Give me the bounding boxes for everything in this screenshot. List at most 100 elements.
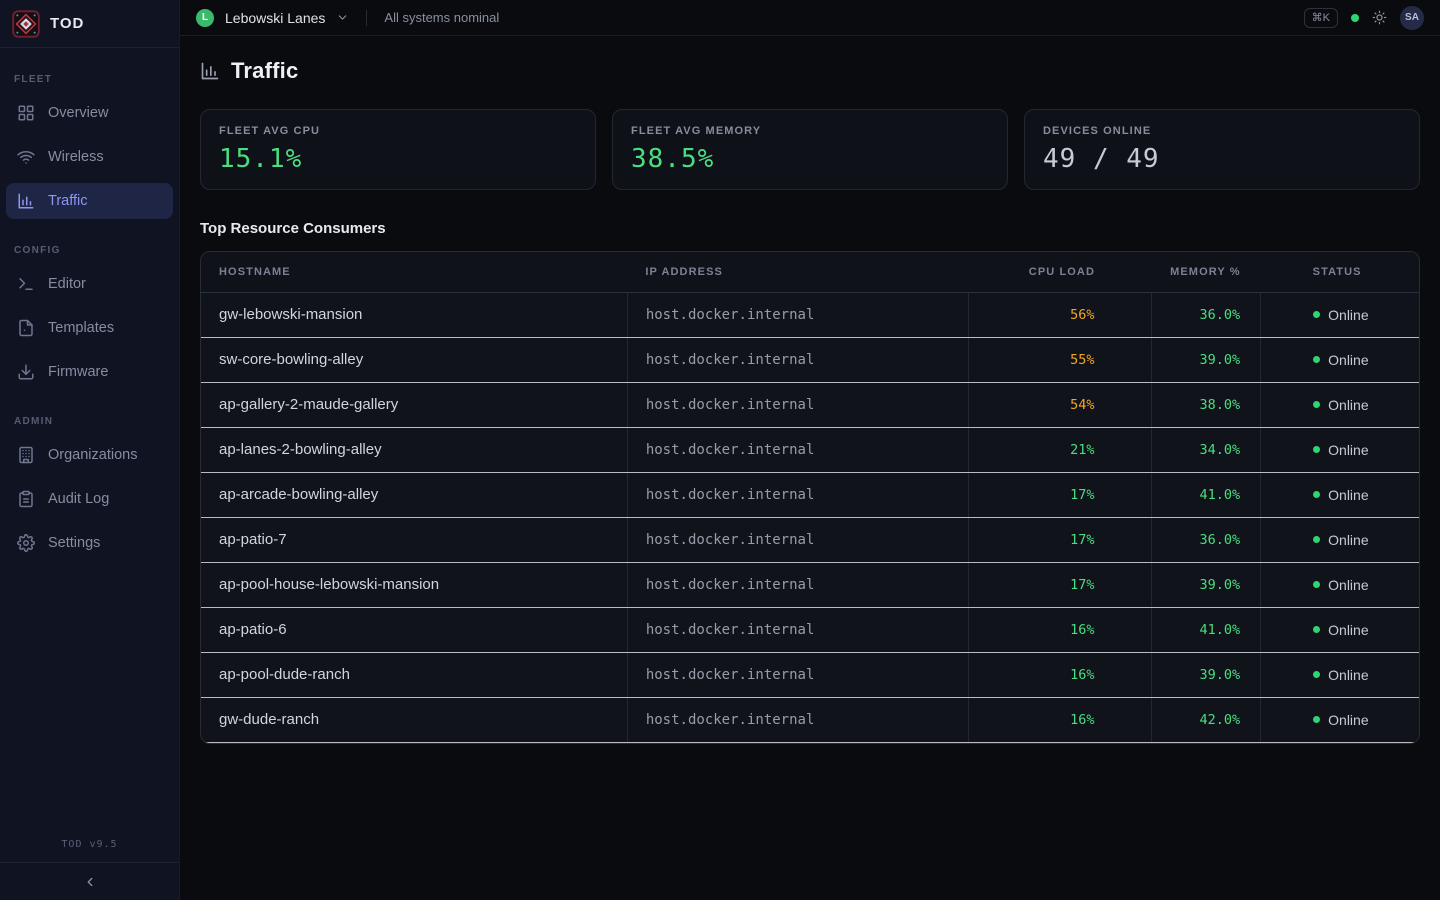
sidebar-section-label-admin: ADMIN — [6, 416, 173, 427]
online-status-dot — [1313, 446, 1320, 453]
sidebar-item-label: Settings — [48, 535, 100, 551]
memory-cell: 42.0% — [1151, 697, 1261, 742]
sidebar-section-label-fleet: FLEET — [6, 74, 173, 85]
wifi-icon — [17, 148, 35, 166]
sidebar-item-firmware[interactable]: Firmware — [6, 354, 173, 390]
ip-address-cell: host.docker.internal — [627, 652, 968, 697]
sidebar-section-label-config: CONFIG — [6, 245, 173, 256]
online-status-dot — [1313, 491, 1320, 498]
column-header-status: STATUS — [1261, 252, 1419, 292]
column-header-cpu: CPU LOAD — [968, 252, 1151, 292]
chevron-left-icon — [83, 875, 97, 889]
online-status-dot — [1313, 716, 1320, 723]
status-cell: Online — [1261, 382, 1419, 427]
sidebar-item-overview[interactable]: Overview — [6, 95, 173, 131]
online-status-dot — [1313, 536, 1320, 543]
cpu-load-cell: 16% — [968, 607, 1151, 652]
sun-icon — [1372, 10, 1387, 25]
ip-address-cell: host.docker.internal — [627, 562, 968, 607]
ip-address-cell: host.docker.internal — [627, 472, 968, 517]
stats-row: FLEET AVG CPU 15.1% FLEET AVG MEMORY 38.… — [200, 109, 1420, 190]
chevron-down-icon[interactable] — [336, 11, 349, 24]
online-status-dot — [1313, 671, 1320, 678]
page-title: Traffic — [231, 58, 298, 84]
sidebar-item-label: Organizations — [48, 447, 137, 463]
table-row[interactable]: ap-lanes-2-bowling-alleyhost.docker.inte… — [201, 427, 1419, 472]
stat-card-devices-online: DEVICES ONLINE 49 / 49 — [1024, 109, 1420, 190]
theme-toggle-button[interactable] — [1372, 10, 1387, 25]
sidebar-item-templates[interactable]: Templates — [6, 310, 173, 346]
user-avatar[interactable]: SA — [1400, 6, 1424, 30]
status-badge: Online — [1313, 532, 1419, 548]
gear-icon — [17, 534, 35, 552]
status-text: Online — [1328, 352, 1368, 368]
page-title-row: Traffic — [200, 58, 1420, 84]
terminal-icon — [17, 275, 35, 293]
table-row[interactable]: ap-gallery-2-maude-galleryhost.docker.in… — [201, 382, 1419, 427]
table-row[interactable]: ap-arcade-bowling-alleyhost.docker.inter… — [201, 472, 1419, 517]
status-text: Online — [1328, 397, 1368, 413]
status-badge: Online — [1313, 397, 1419, 413]
sidebar-item-traffic[interactable]: Traffic — [6, 183, 173, 219]
status-text: Online — [1328, 487, 1368, 503]
memory-cell: 38.0% — [1151, 382, 1261, 427]
status-badge: Online — [1313, 667, 1419, 683]
ip-address-cell: host.docker.internal — [627, 427, 968, 472]
ip-address-cell: host.docker.internal — [627, 697, 968, 742]
stat-value: 15.1% — [219, 144, 577, 174]
status-text: Online — [1328, 307, 1368, 323]
sidebar-item-label: Traffic — [48, 193, 87, 209]
sidebar-item-label: Firmware — [48, 364, 108, 380]
status-badge: Online — [1313, 577, 1419, 593]
system-status-text: All systems nominal — [384, 10, 499, 25]
hostname-cell: ap-gallery-2-maude-gallery — [201, 382, 627, 427]
health-status-dot — [1351, 14, 1359, 22]
ip-address-cell: host.docker.internal — [627, 607, 968, 652]
stat-value: 38.5% — [631, 144, 989, 174]
memory-cell: 41.0% — [1151, 472, 1261, 517]
sidebar-item-audit-log[interactable]: Audit Log — [6, 481, 173, 517]
sidebar-item-label: Audit Log — [48, 491, 109, 507]
cpu-load-cell: 17% — [968, 472, 1151, 517]
table-row[interactable]: ap-patio-7host.docker.internal17%36.0%On… — [201, 517, 1419, 562]
sidebar-footer: TOD v9.5 — [0, 829, 179, 900]
org-name[interactable]: Lebowski Lanes — [225, 10, 325, 26]
sidebar-collapse-button[interactable] — [0, 862, 179, 900]
bar-chart-icon — [17, 192, 35, 210]
table-row[interactable]: ap-pool-dude-ranchhost.docker.internal16… — [201, 652, 1419, 697]
status-badge: Online — [1313, 307, 1419, 323]
hostname-cell: sw-core-bowling-alley — [201, 337, 627, 382]
online-status-dot — [1313, 356, 1320, 363]
online-status-dot — [1313, 626, 1320, 633]
stat-value: 49 / 49 — [1043, 144, 1401, 174]
sidebar-item-settings[interactable]: Settings — [6, 525, 173, 561]
memory-cell: 34.0% — [1151, 427, 1261, 472]
status-cell: Online — [1261, 427, 1419, 472]
status-badge: Online — [1313, 622, 1419, 638]
status-cell: Online — [1261, 472, 1419, 517]
table-row[interactable]: sw-core-bowling-alleyhost.docker.interna… — [201, 337, 1419, 382]
table-row[interactable]: gw-dude-ranchhost.docker.internal16%42.0… — [201, 697, 1419, 742]
memory-cell: 36.0% — [1151, 517, 1261, 562]
hostname-cell: ap-patio-7 — [201, 517, 627, 562]
sidebar-item-editor[interactable]: Editor — [6, 266, 173, 302]
cpu-load-cell: 16% — [968, 652, 1151, 697]
cpu-load-cell: 17% — [968, 517, 1151, 562]
resource-table: HOSTNAME IP ADDRESS CPU LOAD MEMORY % ST… — [200, 251, 1420, 744]
download-icon — [17, 363, 35, 381]
table-row[interactable]: gw-lebowski-mansionhost.docker.internal5… — [201, 292, 1419, 337]
command-palette-button[interactable]: ⌘K — [1304, 8, 1338, 28]
column-header-memory: MEMORY % — [1151, 252, 1261, 292]
column-header-ip: IP ADDRESS — [627, 252, 968, 292]
file-icon — [17, 319, 35, 337]
stat-label: FLEET AVG CPU — [219, 125, 577, 137]
sidebar-item-organizations[interactable]: Organizations — [6, 437, 173, 473]
sidebar-item-wireless[interactable]: Wireless — [6, 139, 173, 175]
bar-chart-icon — [200, 61, 220, 81]
grid-icon — [17, 104, 35, 122]
table-row[interactable]: ap-patio-6host.docker.internal16%41.0%On… — [201, 607, 1419, 652]
sidebar: TOD FLEETOverviewWirelessTrafficCONFIGEd… — [0, 0, 180, 900]
table-row[interactable]: ap-pool-house-lebowski-mansionhost.docke… — [201, 562, 1419, 607]
status-text: Online — [1328, 712, 1368, 728]
ip-address-cell: host.docker.internal — [627, 382, 968, 427]
